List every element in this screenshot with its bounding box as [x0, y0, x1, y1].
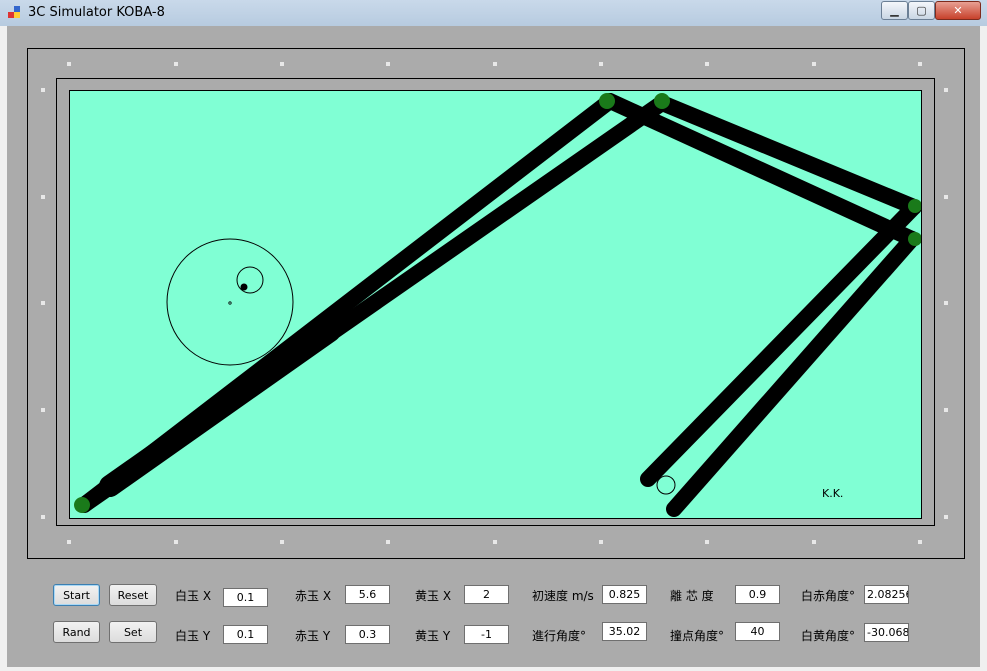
contact-input[interactable]: 40	[735, 622, 780, 641]
red-y-label: 赤玉 Y	[295, 629, 331, 643]
cue-center-point	[228, 301, 232, 305]
cushion-hit-marker	[654, 93, 670, 109]
red-x-label: 赤玉 X	[295, 589, 332, 603]
offcenter-label: 離 芯 度	[670, 589, 714, 603]
yellow-x-input[interactable]: 2	[464, 585, 509, 604]
white-y-label: 白玉 Y	[175, 629, 211, 643]
yellow-x-label: 黄玉 X	[415, 589, 452, 603]
direction-input[interactable]: 35.02	[602, 622, 647, 641]
red-x-input[interactable]: 5.6	[345, 585, 390, 604]
cue-tip-circle	[236, 266, 264, 294]
reset-button[interactable]: Reset	[109, 584, 157, 606]
cushion-hit-marker	[74, 497, 90, 513]
contact-point	[240, 283, 248, 291]
trajectory-path-segment	[99, 320, 341, 497]
client-area: K.K. Start Reset 白玉 X 0.1 赤玉 X 5.6 黄玉 X …	[7, 26, 980, 667]
trajectory-path-segment	[602, 93, 920, 247]
window-title: 3C Simulator KOBA-8	[28, 5, 165, 20]
speed-input[interactable]: 0.825	[602, 585, 647, 604]
title-bar: 3C Simulator KOBA-8 ▁ ▢ ✕	[0, 0, 987, 26]
trajectory-path-segment	[640, 199, 921, 487]
white-yellow-angle-output[interactable]: -30.0685	[864, 623, 909, 642]
maximize-icon: ▢	[916, 4, 927, 17]
cushion-hit-marker	[599, 93, 615, 109]
white-y-input[interactable]: 0.1	[223, 625, 268, 644]
author-credit: K.K.	[822, 487, 844, 500]
maximize-button[interactable]: ▢	[908, 1, 935, 20]
offcenter-input[interactable]: 0.9	[735, 585, 780, 604]
white-x-input[interactable]: 0.1	[223, 588, 268, 607]
close-button[interactable]: ✕	[935, 1, 981, 20]
white-yellow-angle-label: 白黄角度°	[801, 629, 856, 643]
billiard-table[interactable]: K.K.	[69, 90, 922, 519]
white-x-label: 白玉 X	[175, 589, 212, 603]
app-icon	[8, 6, 20, 18]
app-window: 3C Simulator KOBA-8 ▁ ▢ ✕ K.K. Start Res…	[0, 0, 987, 671]
minimize-button[interactable]: ▁	[881, 1, 908, 20]
set-button[interactable]: Set	[109, 621, 157, 643]
trajectory-path-segment	[666, 231, 920, 517]
close-icon: ✕	[953, 4, 963, 17]
yellow-y-input[interactable]: -1	[464, 625, 509, 644]
rand-button[interactable]: Rand	[53, 621, 100, 643]
white-red-angle-label: 白赤角度°	[801, 589, 856, 603]
contact-label: 撞点角度°	[670, 629, 725, 643]
start-button[interactable]: Start	[53, 584, 100, 606]
white-red-angle-output[interactable]: 2.082565	[864, 585, 909, 604]
ball-outline[interactable]	[656, 475, 676, 495]
yellow-y-label: 黄玉 Y	[415, 629, 451, 643]
speed-label: 初速度 m/s	[532, 589, 594, 603]
direction-label: 進行角度°	[532, 629, 587, 643]
minimize-icon: ▁	[890, 4, 899, 17]
red-y-input[interactable]: 0.3	[345, 625, 390, 644]
trajectory-path-segment	[654, 95, 921, 215]
trajectory-layer	[74, 93, 921, 517]
